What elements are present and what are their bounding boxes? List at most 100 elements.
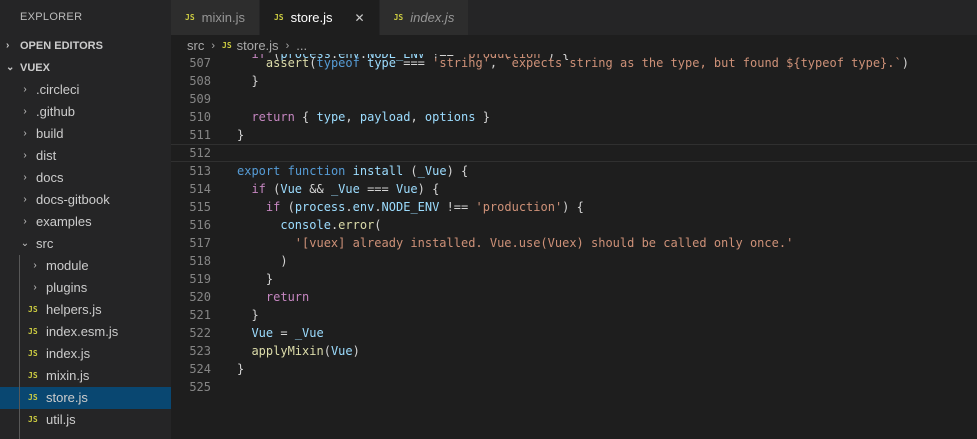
code-line: 517 '[vuex] already installed. Vue.use(V… (171, 234, 977, 252)
js-file-icon: JS (28, 415, 38, 424)
tree-folder-docs[interactable]: › docs (0, 167, 171, 189)
js-file-icon: JS (28, 327, 38, 336)
tab-label: mixin.js (201, 10, 245, 25)
code-line: 521 } (171, 306, 977, 324)
editor-area: JS mixin.js JS store.js ✕ JS index.js sr… (171, 0, 977, 439)
code-line: 512 (171, 144, 977, 162)
js-file-icon: JS (393, 13, 404, 22)
code-text: } (237, 308, 259, 322)
tree-folder-src[interactable]: ⌄ src (0, 233, 171, 255)
code-text: Vue = _Vue (251, 326, 324, 340)
line-number: 507 (189, 56, 211, 70)
line-number: 510 (189, 110, 211, 124)
code-line: 513 export function install (_Vue) { (171, 162, 977, 180)
tree-folder-module[interactable]: › module (0, 255, 171, 277)
explorer-title: EXPLORER (20, 11, 83, 23)
code-line: 519 } (171, 270, 977, 288)
chevron-down-icon: ⌄ (6, 62, 15, 73)
line-number: 516 (189, 218, 211, 232)
tab-index[interactable]: JS index.js (379, 0, 470, 35)
chevron-right-icon: › (33, 282, 37, 293)
line-number: 515 (189, 200, 211, 214)
tree-folder-github[interactable]: › .github (0, 101, 171, 123)
tree-file-mixin[interactable]: JS mixin.js (0, 365, 171, 387)
chevron-right-icon: › (23, 194, 27, 205)
line-number: 508 (189, 74, 211, 88)
js-file-icon: JS (185, 13, 195, 22)
chevron-down-icon: ⌄ (20, 238, 30, 249)
tree-item-label: src (36, 236, 54, 251)
tree-item-label: .github (36, 104, 76, 119)
line-number: 514 (189, 182, 211, 196)
code-text: } (237, 362, 245, 376)
indent-guide (19, 255, 20, 439)
code-text: if (process.env.NODE_ENV !== 'production… (265, 200, 584, 214)
chevron-right-icon: › (23, 172, 27, 183)
tree-item-label: plugins (46, 280, 88, 295)
tree-folder-examples[interactable]: › examples (0, 211, 171, 233)
code-line: 516 console.error( (171, 216, 977, 234)
close-icon[interactable]: ✕ (355, 11, 365, 25)
tree-folder-dist[interactable]: › dist (0, 145, 171, 167)
code-line: 518 ) (171, 252, 977, 270)
line-number: 513 (189, 164, 211, 178)
tree-folder-build[interactable]: › build (0, 123, 171, 145)
tree-folder-docs-gitbook[interactable]: › docs-gitbook (0, 189, 171, 211)
code-line: 520 return (171, 288, 977, 306)
tree-file-helpers[interactable]: JS helpers.js (0, 299, 171, 321)
code-line: 515 if (process.env.NODE_ENV !== 'produc… (171, 198, 977, 216)
project-header[interactable]: ⌄ VUEX (0, 57, 171, 79)
code-editor[interactable]: if (process.env.NODE_ENV !== 'production… (171, 54, 977, 439)
explorer-sidebar: EXPLORER › OPEN EDITORS ⌄ VUEX › .circle… (0, 0, 171, 439)
js-file-icon: JS (28, 371, 38, 380)
code-text: ) (237, 254, 288, 268)
tree-file-util[interactable]: JS util.js (0, 409, 171, 431)
code-line: 510 return { type, payload, options } (171, 108, 977, 126)
code-line: 507 assert(typeof type === 'string', `ex… (171, 54, 977, 72)
code-line: 508 } (171, 72, 977, 90)
tree-file-index[interactable]: JS index.js (0, 343, 171, 365)
tab-store[interactable]: JS store.js ✕ (259, 0, 380, 35)
tree-item-label: mixin.js (46, 368, 90, 383)
tab-label: index.js (410, 10, 455, 25)
line-number: 524 (189, 362, 211, 376)
tree-item-label: index.esm.js (46, 324, 119, 339)
line-number: 520 (189, 290, 211, 304)
tab-label: store.js (290, 10, 333, 25)
tree-file-store[interactable]: JS store.js (0, 387, 171, 409)
js-file-icon: JS (28, 349, 38, 358)
code-text: '[vuex] already installed. Vue.use(Vuex)… (294, 236, 794, 250)
open-editors-header[interactable]: › OPEN EDITORS (0, 35, 171, 57)
tree-folder-plugins[interactable]: › plugins (0, 277, 171, 299)
line-number: 523 (189, 344, 211, 358)
code-text: if (Vue && _Vue === Vue) { (251, 182, 440, 196)
code-line: 514 if (Vue && _Vue === Vue) { (171, 180, 977, 198)
line-number: 519 (189, 272, 211, 286)
code-text: return { type, payload, options } (251, 110, 490, 124)
line-number: 509 (189, 92, 211, 106)
code-line: 509 (171, 90, 977, 108)
tree-item-label: build (36, 126, 64, 141)
code-line: 523 applyMixin(Vue) (171, 342, 977, 360)
js-file-icon: JS (28, 393, 38, 402)
chevron-right-icon: › (33, 260, 37, 271)
code-text: applyMixin(Vue) (251, 344, 360, 358)
tree-item-label: docs-gitbook (36, 192, 110, 207)
tree-item-label: module (46, 258, 89, 273)
chevron-right-icon: › (23, 128, 27, 139)
tree-file-index-esm[interactable]: JS index.esm.js (0, 321, 171, 343)
code-line: 525 (171, 378, 977, 396)
tree-item-label: helpers.js (46, 302, 102, 317)
tree-item-label: examples (36, 214, 92, 229)
chevron-right-icon: › (23, 150, 27, 161)
tab-mixin[interactable]: JS mixin.js (171, 0, 260, 35)
line-number: 517 (189, 236, 211, 250)
chevron-right-icon: › (23, 84, 27, 95)
open-editors-label: OPEN EDITORS (20, 40, 103, 52)
tree-folder-circleci[interactable]: › .circleci (0, 79, 171, 101)
code-text: assert(typeof type === 'string', `expect… (265, 56, 909, 70)
code-text: console.error( (280, 218, 382, 232)
tab-bar: JS mixin.js JS store.js ✕ JS index.js (171, 0, 977, 35)
